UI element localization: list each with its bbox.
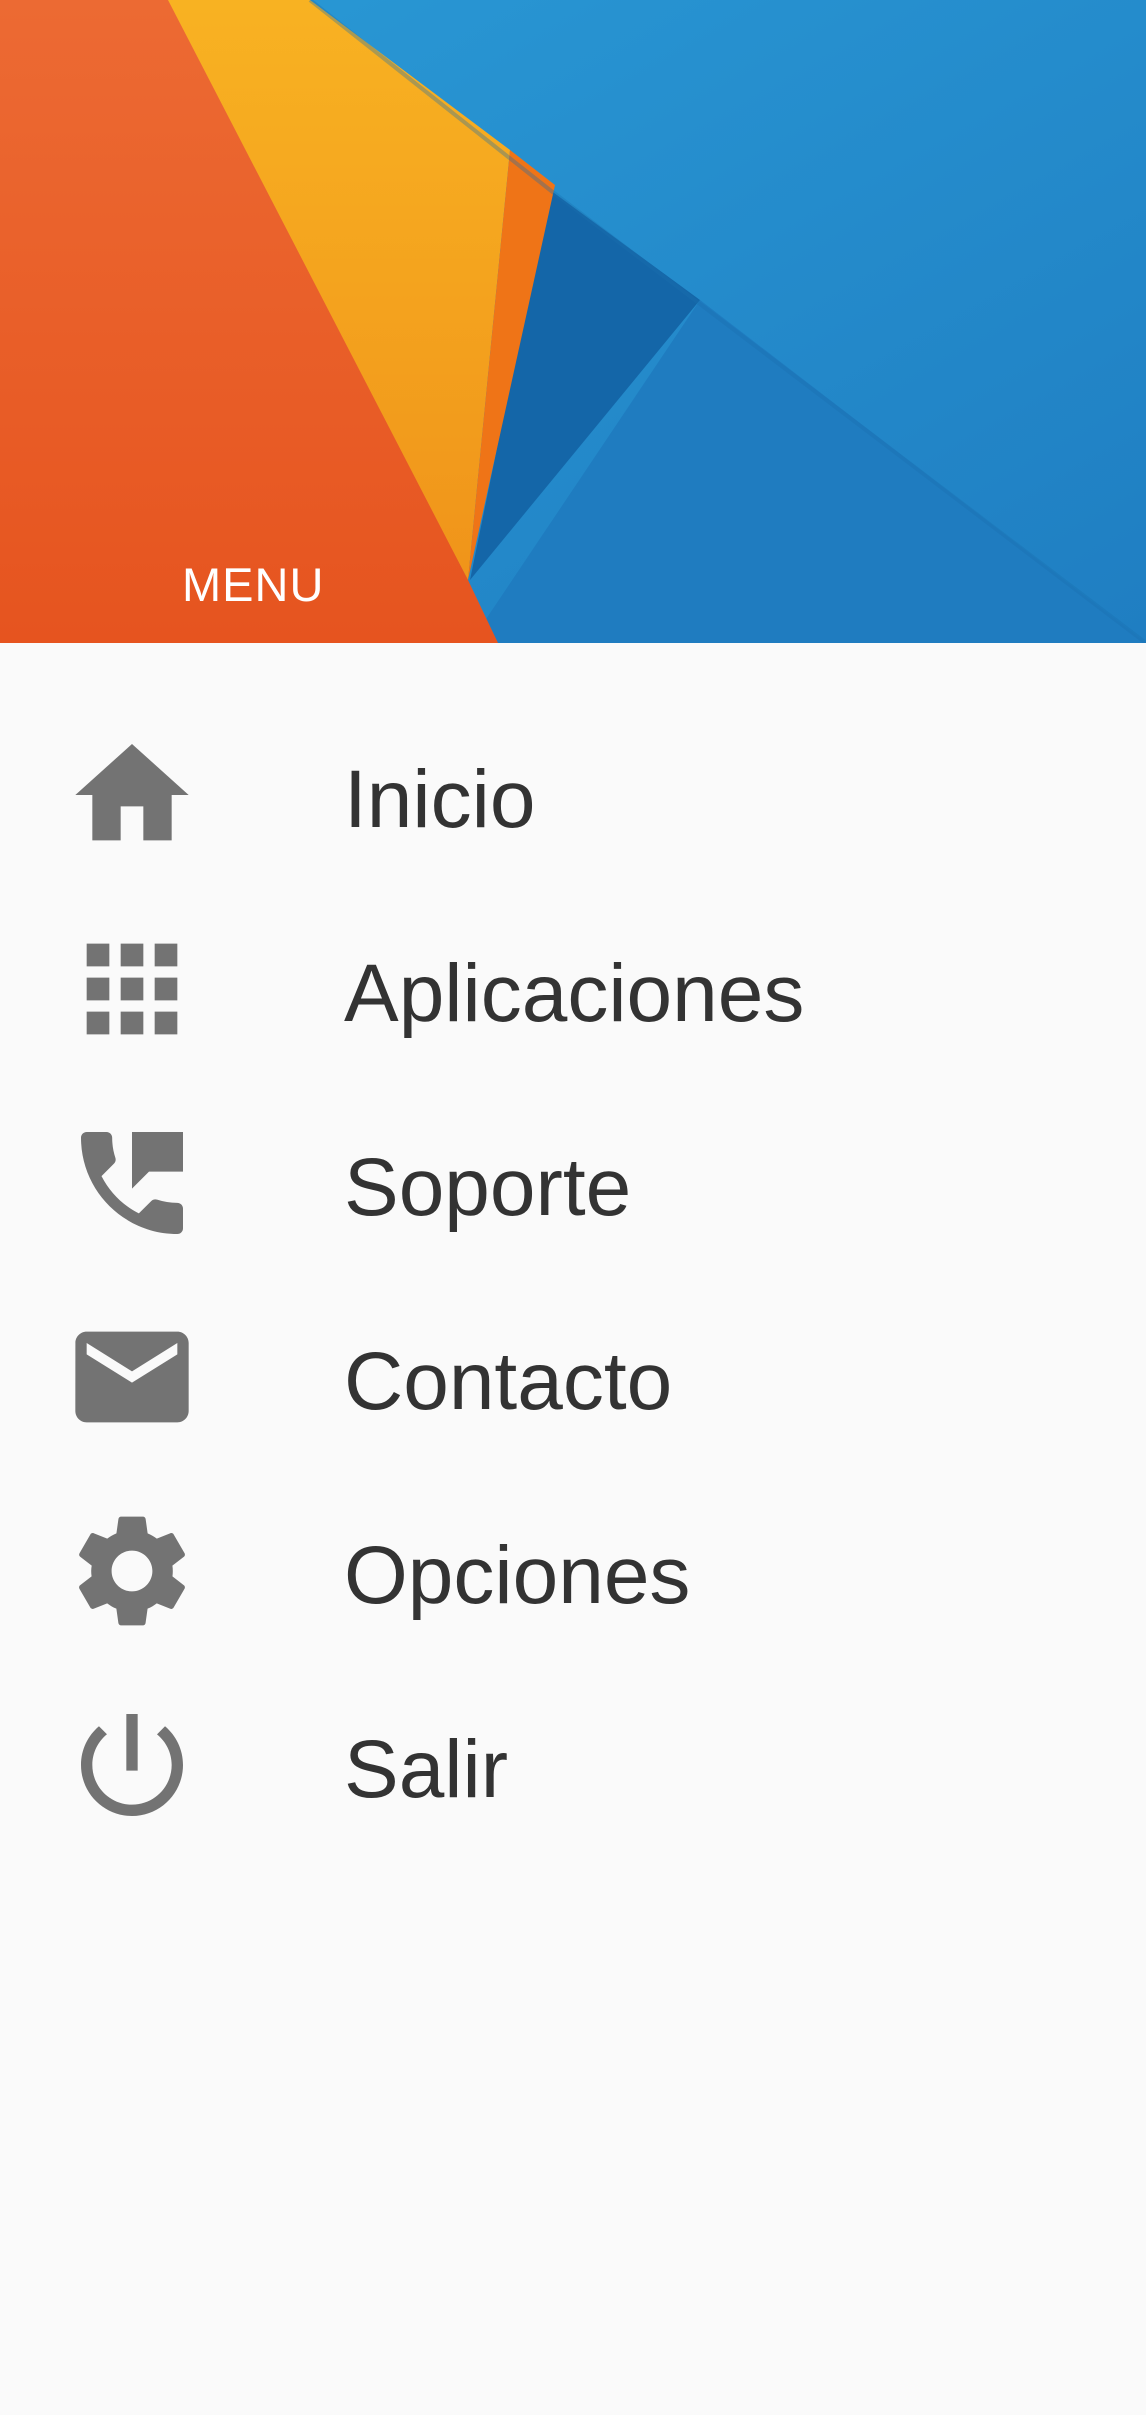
menu-item-soporte[interactable]: Soporte — [0, 1071, 1146, 1265]
header-background-graphic — [0, 0, 1146, 643]
menu-item-aplicaciones[interactable]: Aplicaciones — [0, 877, 1146, 1071]
home-icon — [64, 727, 200, 863]
menu-item-label: Opciones — [344, 1530, 691, 1621]
menu-item-label: Soporte — [344, 1142, 632, 1233]
apps-grid-icon — [64, 921, 200, 1057]
menu-item-opciones[interactable]: Opciones — [0, 1459, 1146, 1653]
navigation-drawer: MENU Inicio Aplicaciones Soporte Contact… — [0, 0, 1146, 2415]
menu-item-contacto[interactable]: Contacto — [0, 1265, 1146, 1459]
menu-item-label: Inicio — [344, 754, 536, 845]
phone-forward-icon — [64, 1115, 200, 1251]
drawer-title: MENU — [182, 558, 325, 611]
menu-item-label: Salir — [344, 1724, 509, 1815]
mail-icon — [64, 1309, 200, 1445]
menu-item-inicio[interactable]: Inicio — [0, 683, 1146, 877]
power-icon — [64, 1697, 200, 1833]
drawer-header: MENU — [0, 0, 1146, 643]
gear-icon — [64, 1503, 200, 1639]
menu-item-label: Aplicaciones — [344, 948, 805, 1039]
menu-item-salir[interactable]: Salir — [0, 1653, 1146, 1847]
menu-item-label: Contacto — [344, 1336, 673, 1427]
